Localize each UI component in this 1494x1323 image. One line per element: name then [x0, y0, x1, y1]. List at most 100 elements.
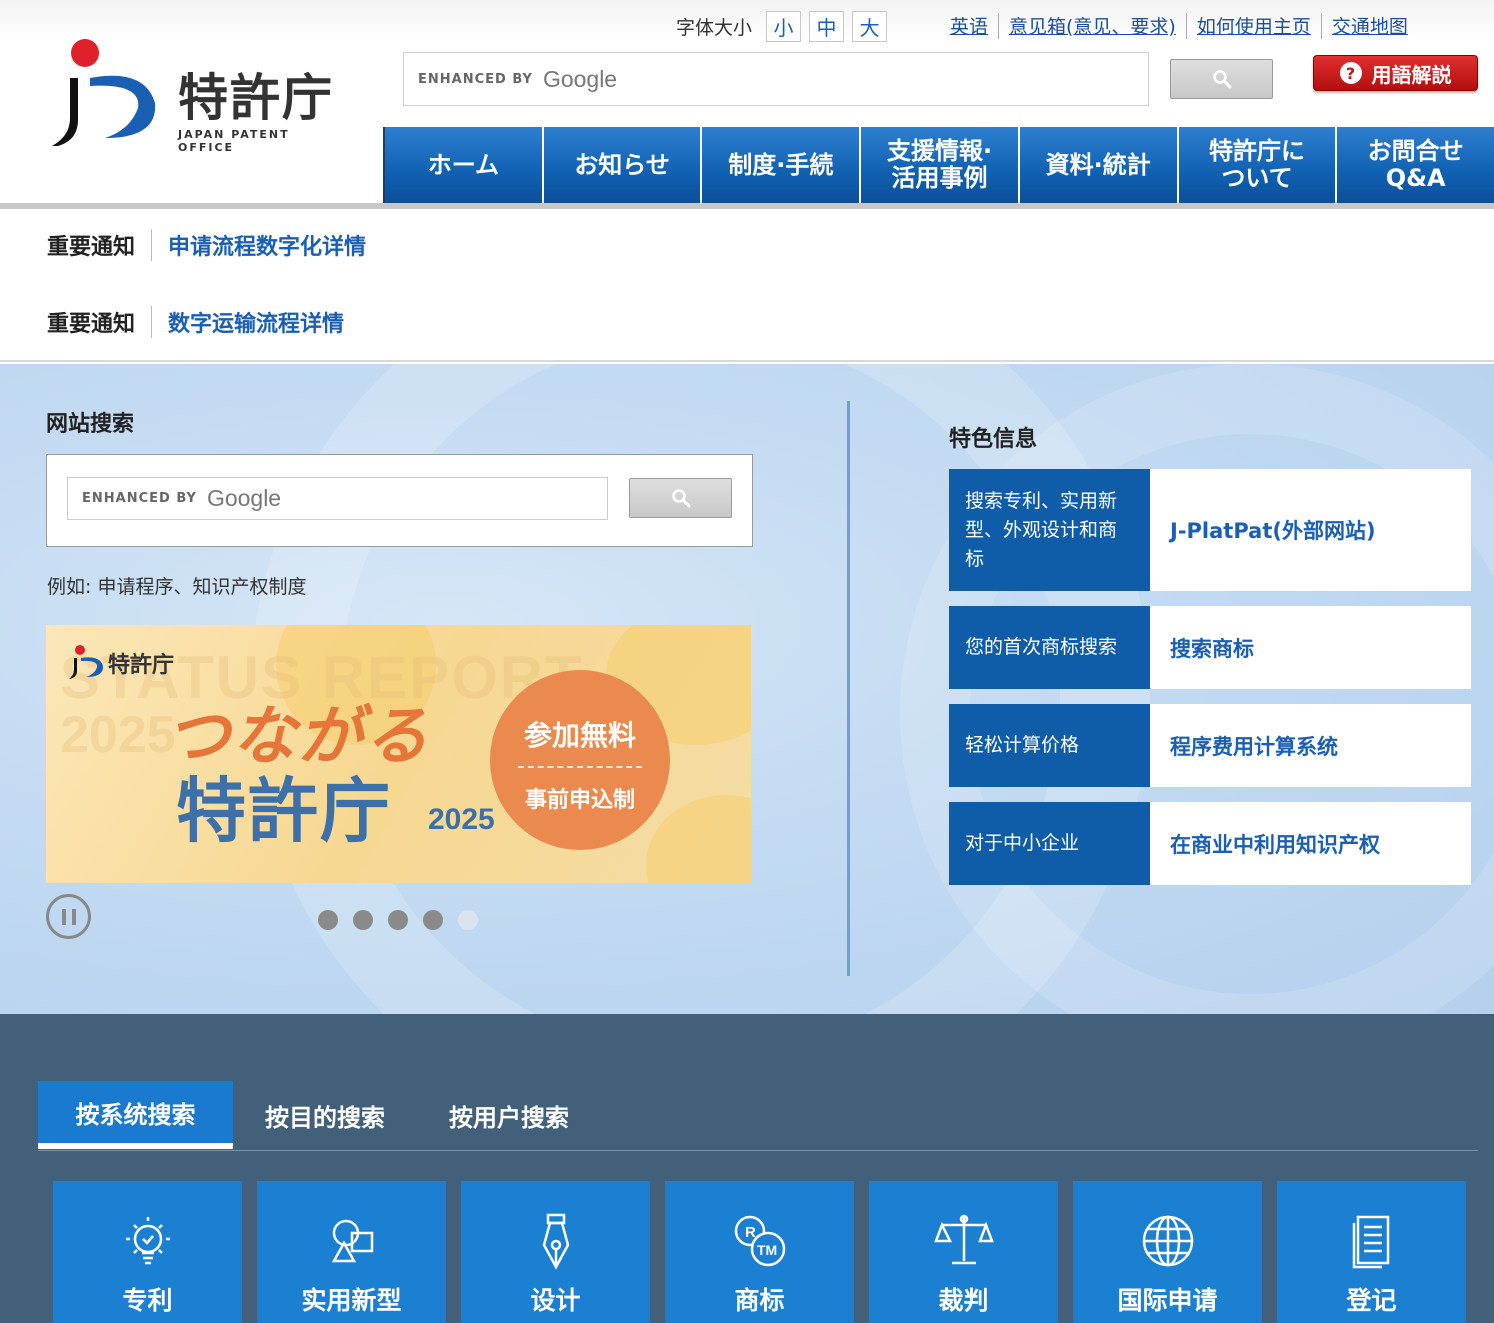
featured-link[interactable]: 搜索商标 [1150, 606, 1471, 689]
featured-item[interactable]: 您的首次商标搜索 搜索商标 [949, 606, 1471, 689]
featured-item[interactable]: 对于中小企业 在商业中利用知识产权 [949, 802, 1471, 885]
pen-nib-icon [542, 1213, 569, 1270]
nav-contact[interactable]: お問合せ Q&A [1337, 127, 1494, 203]
utility-links: 英语 意见箱(意见、要求) 如何使用主页 交通地图 [940, 12, 1418, 39]
how-to-use-link[interactable]: 如何使用主页 [1187, 12, 1321, 39]
carousel-dot[interactable] [458, 910, 478, 930]
font-size-large-button[interactable]: 大 [852, 10, 888, 42]
carousel-dot[interactable] [388, 910, 408, 930]
badge-registration: 事前申込制 [524, 788, 635, 813]
jpo-emblem-icon [52, 39, 156, 146]
feedback-link[interactable]: 意见箱(意见、要求) [999, 12, 1186, 39]
document-icon [1352, 1215, 1389, 1269]
tile-label: 国际申请 [1117, 1286, 1218, 1315]
notice-tag: 重要通知 [47, 306, 153, 338]
nav-about[interactable]: 特許庁に ついて [1178, 127, 1338, 203]
tile-utility-model[interactable]: 实用新型 [257, 1181, 446, 1323]
site-header: 特許庁 JAPAN PATENT OFFICE 字体大小 小 中 大 英语 意见… [0, 0, 1494, 203]
header-search-button[interactable] [1170, 59, 1273, 99]
nav-support[interactable]: 支援情報· 活用事例 [861, 127, 1020, 203]
nav-home[interactable]: ホーム [383, 127, 544, 203]
nav-procedures[interactable]: 制度·手続 [702, 127, 862, 203]
logo-title: 特許庁 [178, 69, 334, 127]
important-notices: 重要通知 申请流程数字化详情 重要通知 数字运输流程详情 [0, 209, 1494, 362]
tab-by-user[interactable]: 按用户搜索 [417, 1081, 601, 1149]
featured-link[interactable]: J-PlatPat(外部网站) [1150, 469, 1471, 591]
featured-item[interactable]: 搜索专利、实用新型、外观设计和商标 J-PlatPat(外部网站) [949, 469, 1471, 591]
tile-design[interactable]: 设计 [461, 1181, 650, 1323]
carousel-pause-button[interactable] [46, 894, 91, 939]
banner-year: 2025 [428, 803, 495, 836]
carousel-dot[interactable] [353, 910, 373, 930]
banner-brand: 特許庁 [68, 645, 174, 681]
pause-icon [61, 908, 66, 925]
tab-by-purpose[interactable]: 按目的搜索 [233, 1081, 417, 1149]
tile-label: 商标 [734, 1286, 785, 1315]
logo-subtitle: JAPAN PATENT OFFICE [178, 128, 290, 154]
google-wordmark: Google [206, 485, 282, 511]
category-tiles: 专利 实用新型 设计 R TM 商标 裁判 国际申请 登记 [53, 1181, 1481, 1323]
shapes-icon [331, 1219, 373, 1263]
featured-description: 对于中小企业 [949, 802, 1150, 885]
featured-item[interactable]: 轻松计算价格 程序费用计算系统 [949, 704, 1471, 787]
access-map-link[interactable]: 交通地图 [1322, 12, 1418, 39]
notice-item: 重要通知 数字运输流程详情 [47, 306, 344, 338]
english-link[interactable]: 英语 [940, 12, 998, 39]
featured-description: 轻松计算价格 [949, 704, 1150, 787]
lightbulb-icon [125, 1217, 170, 1265]
google-wordmark: Google [542, 65, 618, 92]
banner-badge: 参加無料 事前申込制 [490, 670, 670, 850]
banner-background-year: 2025 [60, 706, 176, 764]
search-example: 例如: 申请程序、知识产权制度 [47, 576, 307, 598]
notice-tag: 重要通知 [47, 229, 153, 261]
tile-label: 裁判 [938, 1286, 989, 1315]
jpo-logo[interactable]: 特許庁 JAPAN PATENT OFFICE [50, 38, 350, 154]
glossary-label: 用語解説 [1371, 62, 1452, 87]
tile-trademark[interactable]: R TM 商标 [665, 1181, 854, 1323]
site-search-box: ENHANCED BY Google [46, 454, 753, 547]
badge-divider [518, 766, 642, 768]
site-search-button[interactable] [629, 478, 732, 518]
featured-description: 您的首次商标搜索 [949, 606, 1150, 689]
tab-by-system[interactable]: 按系统搜索 [38, 1081, 233, 1149]
jpo-emblem-icon [69, 645, 104, 679]
font-size-small-button[interactable]: 小 [766, 10, 802, 42]
featured-description: 搜索专利、实用新型、外观设计和商标 [949, 469, 1150, 591]
pause-icon-bar [71, 908, 76, 925]
site-search-input[interactable]: ENHANCED BY Google [67, 477, 608, 520]
global-nav: ホーム お知らせ 制度·手続 支援情報· 活用事例 資料·統計 特許庁に ついて… [383, 127, 1494, 203]
tile-trial[interactable]: 裁判 [869, 1181, 1058, 1323]
trademark-icon: R TM [734, 1215, 785, 1267]
nav-statistics[interactable]: 資料·統計 [1019, 127, 1179, 203]
font-size-label: 字体大小 [676, 16, 753, 39]
glossary-button[interactable]: ? 用語解説 [1313, 55, 1478, 91]
nav-news[interactable]: お知らせ [543, 127, 703, 203]
main-section: 网站搜索 ENHANCED BY Google 例如: 申请程序、知识产权制度 … [0, 364, 1494, 1014]
featured-link[interactable]: 程序费用计算系统 [1150, 704, 1471, 787]
category-section: 按系统搜索 按目的搜索 按用户搜索 专利 实用新型 设计 R TM 商标 裁判 … [0, 1014, 1494, 1323]
font-size-switcher: 字体大小 小 中 大 [676, 10, 895, 42]
carousel-dot[interactable] [318, 910, 338, 930]
site-search-title: 网站搜索 [46, 412, 135, 437]
promo-banner[interactable]: STATUS REPORT 2025 特許庁 つながる 特許庁 2025 参加無… [46, 625, 751, 883]
help-icon: ? [1339, 62, 1362, 84]
search-enhanced-label: ENHANCED BY [418, 71, 533, 87]
search-icon [671, 489, 690, 508]
tile-label: 实用新型 [301, 1286, 402, 1315]
featured-title: 特色信息 [949, 427, 1038, 452]
notice-link[interactable]: 申请流程数字化详情 [152, 229, 366, 261]
search-enhanced-label: ENHANCED BY [82, 491, 197, 506]
tile-registration[interactable]: 登记 [1277, 1181, 1466, 1323]
featured-link[interactable]: 在商业中利用知识产权 [1150, 802, 1471, 885]
tile-patent[interactable]: 专利 [53, 1181, 242, 1323]
notice-link[interactable]: 数字运输流程详情 [152, 306, 344, 338]
font-size-medium-button[interactable]: 中 [809, 10, 845, 42]
carousel-dots [318, 910, 493, 930]
badge-free: 参加無料 [523, 719, 636, 752]
banner-brand-label: 特許庁 [108, 653, 175, 678]
header-search-input[interactable]: ENHANCED BY Google [403, 52, 1149, 106]
tile-international[interactable]: 国际申请 [1073, 1181, 1262, 1323]
carousel-dot[interactable] [423, 910, 443, 930]
svg-text:TM: TM [757, 1242, 777, 1258]
globe-icon [1142, 1215, 1193, 1267]
